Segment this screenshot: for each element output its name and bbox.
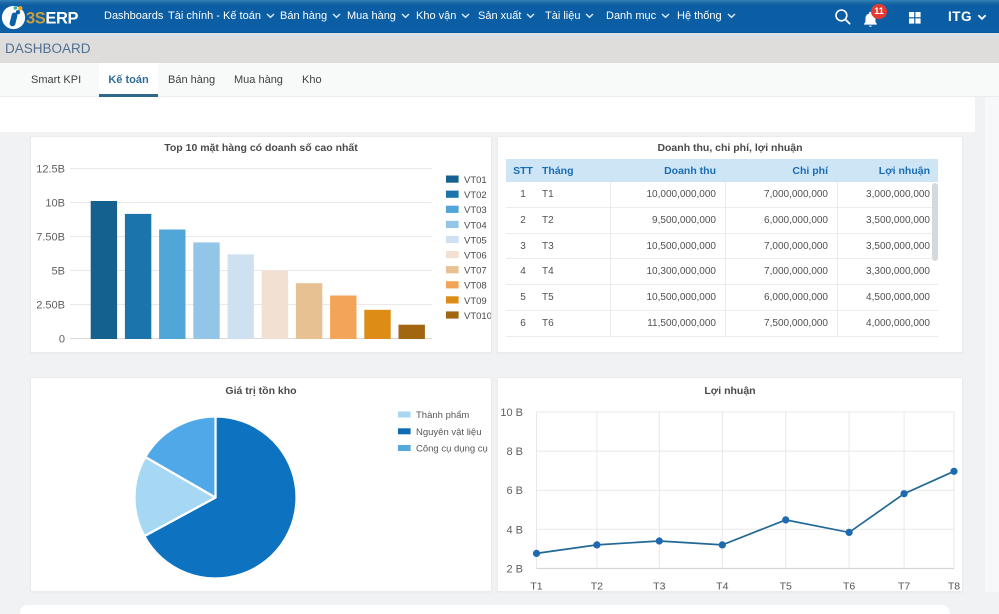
svg-text:VT05: VT05 [464,235,487,246]
svg-text:T2: T2 [591,581,603,593]
svg-text:T4: T4 [716,581,728,593]
svg-text:VT08: VT08 [464,281,487,292]
svg-text:VT010: VT010 [464,311,491,322]
svg-text:4 B: 4 B [506,524,523,536]
svg-text:VT07: VT07 [464,266,487,277]
svg-text:8 B: 8 B [506,446,523,458]
svg-text:T1: T1 [530,581,542,593]
svg-text:6 B: 6 B [506,485,523,497]
svg-text:T8: T8 [948,581,960,593]
svg-text:VT09: VT09 [464,296,487,307]
svg-text:5B: 5B [52,266,65,278]
svg-text:T5: T5 [780,581,792,593]
svg-text:Thành phẩm: Thành phẩm [416,410,469,421]
svg-text:0: 0 [59,334,65,346]
svg-text:Công cụ dụng cụ: Công cụ dụng cụ [416,444,488,455]
svg-text:7.50B: 7.50B [36,232,65,244]
svg-text:VT01: VT01 [464,175,487,186]
svg-text:VT02: VT02 [464,190,487,201]
svg-text:2 B: 2 B [506,564,523,576]
svg-text:T6: T6 [843,581,855,593]
svg-text:3SERP: 3SERP [26,10,79,28]
svg-text:VT06: VT06 [464,251,487,262]
svg-text:VT04: VT04 [464,220,487,231]
svg-text:VT03: VT03 [464,205,487,216]
svg-text:Nguyên vật liệu: Nguyên vật liệu [416,427,481,438]
svg-text:2.50B: 2.50B [36,300,65,312]
svg-text:T7: T7 [898,581,910,593]
svg-text:T3: T3 [653,581,665,593]
svg-text:12.5B: 12.5B [36,164,65,176]
svg-text:10B: 10B [45,198,65,210]
svg-text:10 B: 10 B [500,407,523,419]
